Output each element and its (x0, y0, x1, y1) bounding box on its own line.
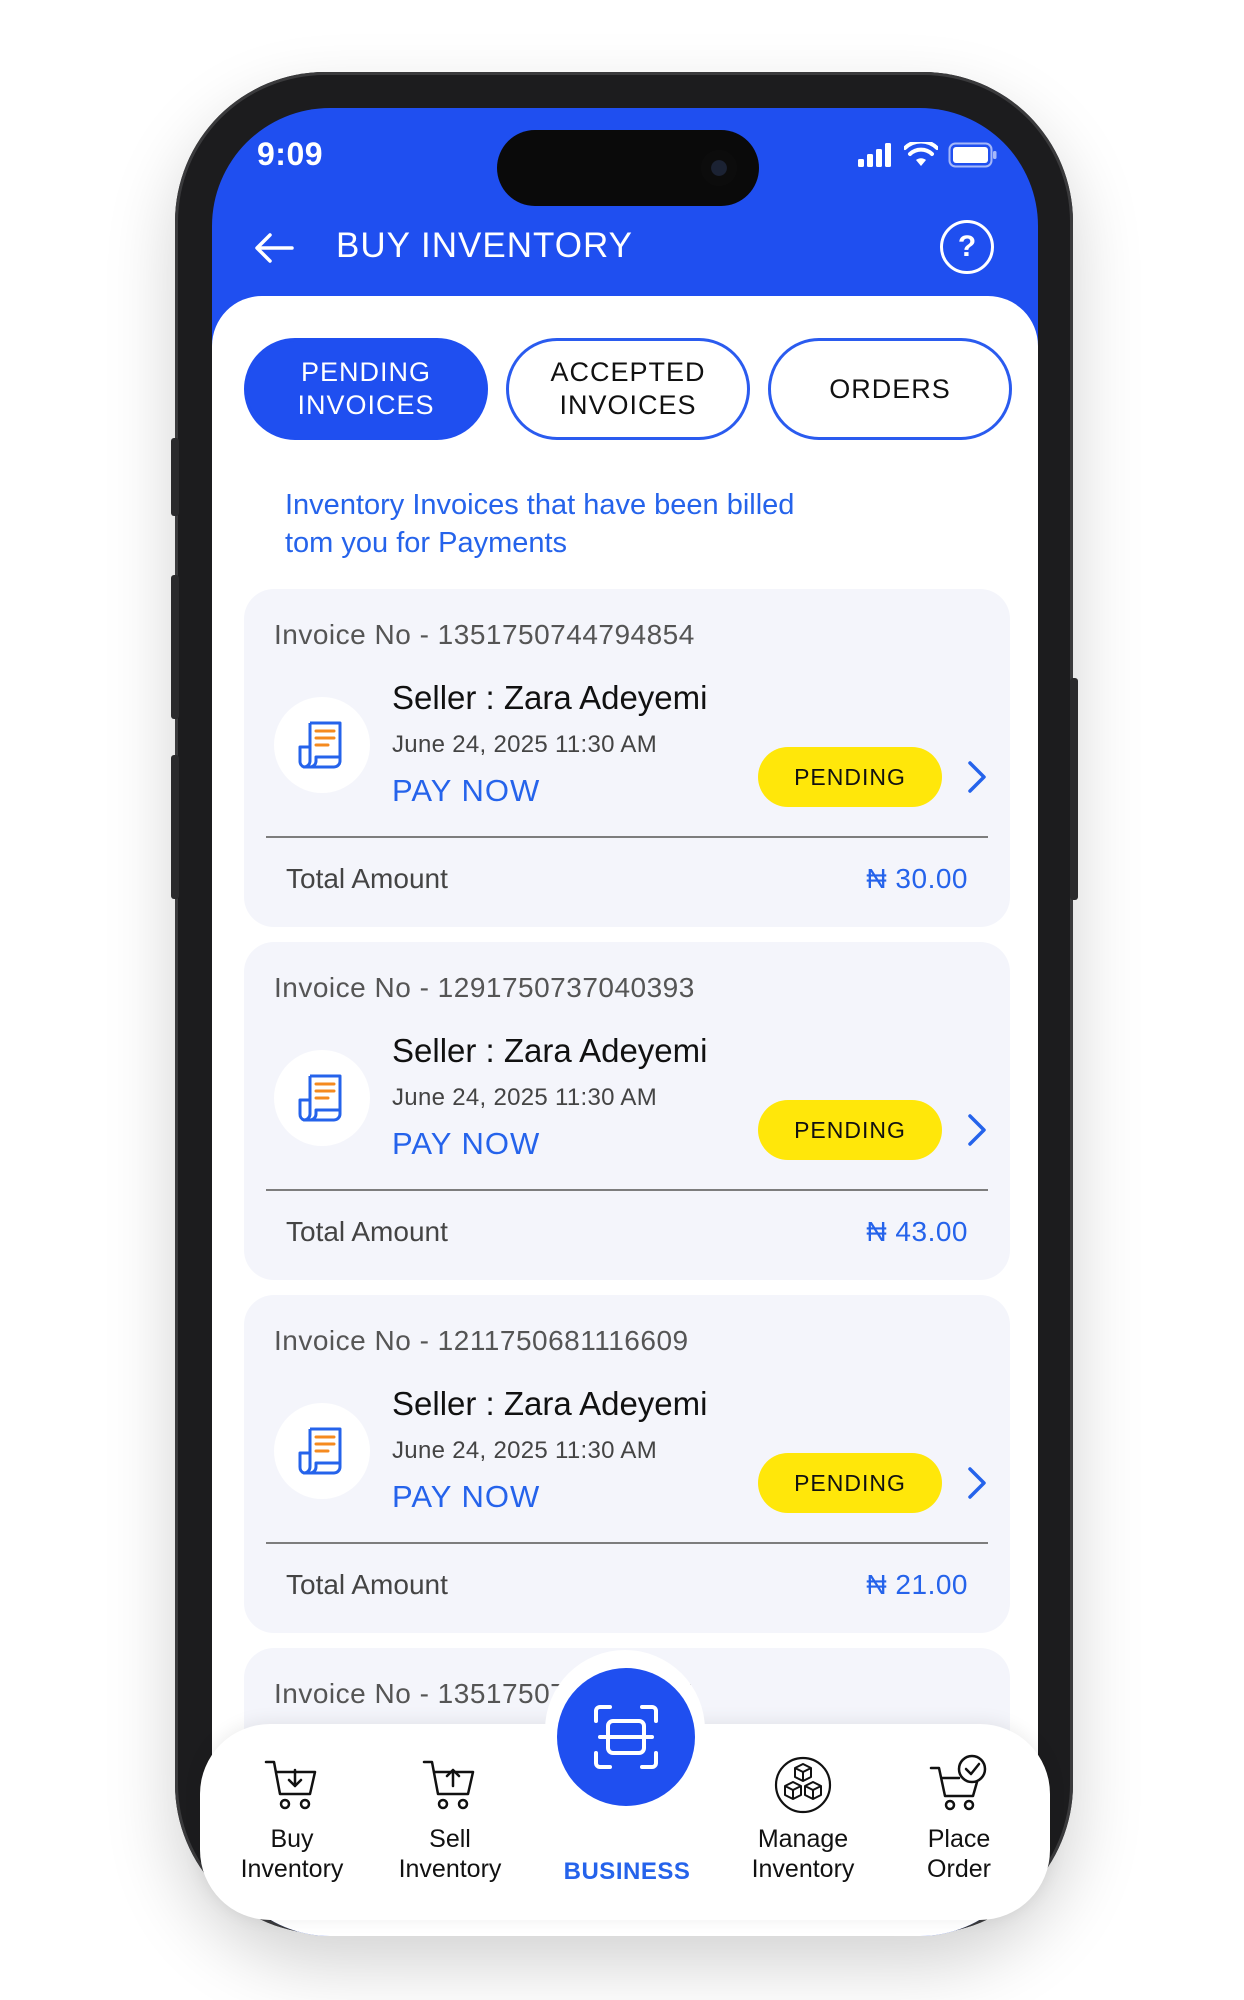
invoice-card[interactable]: Invoice No - 1351750744794854 Seller : Z… (244, 589, 1010, 927)
seller-name: Seller : Zara Adeyemi (392, 1032, 708, 1069)
nav-label-line1: Buy (270, 1825, 314, 1853)
invoice-number: Invoice No - 1211750681116609 (274, 1325, 689, 1356)
wifi-icon (904, 142, 938, 166)
tab-orders[interactable]: ORDERS (768, 338, 1012, 440)
nav-label-line2: Inventory (398, 1855, 502, 1883)
card-divider (266, 1542, 988, 1544)
receipt-icon (298, 1074, 342, 1122)
nav-label-line1: Place (927, 1825, 991, 1853)
card-divider (266, 1189, 988, 1191)
business-label: BUSINESS (563, 1858, 691, 1885)
nav-place-order[interactable]: Place Order (894, 1752, 1024, 1884)
status-badge: PENDING (758, 1453, 942, 1513)
page-title: BUY INVENTORY (336, 226, 633, 265)
total-amount-value: ₦ 21.00 (866, 1569, 968, 1600)
tab-label-line2: INVOICES (559, 390, 697, 420)
camera-icon (701, 150, 737, 186)
nav-label-line2: Inventory (240, 1855, 344, 1883)
tab-pending-invoices[interactable]: PENDING INVOICES (244, 338, 488, 440)
total-amount-label: Total Amount (286, 863, 448, 894)
status-time: 9:09 (257, 136, 324, 172)
seller-name: Seller : Zara Adeyemi (392, 1385, 708, 1422)
pay-now-link[interactable]: PAY NOW (392, 773, 540, 809)
pay-now-link[interactable]: PAY NOW (392, 1126, 540, 1162)
chevron-right-icon[interactable] (962, 1465, 990, 1501)
power-button (1070, 678, 1078, 900)
seller-name: Seller : Zara Adeyemi (392, 679, 708, 716)
invoice-icon-circle (274, 1050, 370, 1146)
tab-accepted-invoices[interactable]: ACCEPTED INVOICES (506, 338, 750, 440)
nav-manage-inventory[interactable]: Manage Inventory (728, 1752, 878, 1884)
volume-down-button (171, 755, 179, 899)
signal-icon (858, 143, 891, 167)
total-amount-label: Total Amount (286, 1216, 448, 1247)
total-amount-label: Total Amount (286, 1569, 448, 1600)
invoice-date: June 24, 2025 11:30 AM (392, 731, 658, 758)
action-button (171, 438, 179, 516)
nav-label-line1: Manage (757, 1825, 849, 1853)
help-button[interactable]: ? (940, 220, 994, 274)
total-amount-value: ₦ 43.00 (866, 1216, 968, 1247)
pay-now-link[interactable]: PAY NOW (392, 1479, 540, 1515)
boxes-icon (774, 1756, 832, 1814)
cart-download-icon (264, 1760, 317, 1810)
total-amount-value: ₦ 30.00 (866, 863, 968, 894)
tab-label-line2: INVOICES (297, 390, 435, 420)
intro-line-2: tom you for Payments (285, 527, 568, 559)
status-badge: PENDING (758, 1100, 942, 1160)
nav-buy-inventory[interactable]: Buy Inventory (222, 1752, 362, 1884)
status-icons (858, 142, 998, 168)
tab-label-line1: ACCEPTED (550, 357, 706, 387)
battery-icon (948, 142, 997, 168)
invoice-card[interactable]: Invoice No - 1211750681116609 Seller : Z… (244, 1295, 1010, 1633)
chevron-right-icon[interactable] (962, 759, 990, 795)
scan-icon (594, 1705, 658, 1769)
invoice-card[interactable]: Invoice No - 1291750737040393 Seller : Z… (244, 942, 1010, 1280)
dynamic-island (497, 130, 759, 206)
tab-label-line1: PENDING (300, 357, 432, 387)
cart-upload-icon (422, 1760, 475, 1810)
cart-check-icon (929, 1754, 987, 1811)
card-divider (266, 836, 988, 838)
invoice-date: June 24, 2025 11:30 AM (392, 1084, 658, 1111)
status-badge: PENDING (758, 747, 942, 807)
nav-label-line2: Inventory (751, 1855, 855, 1883)
chevron-right-icon[interactable] (962, 1112, 990, 1148)
nav-sell-inventory[interactable]: Sell Inventory (380, 1752, 520, 1884)
invoice-icon-circle (274, 1403, 370, 1499)
intro-line-1: Inventory Invoices that have been billed (285, 489, 795, 521)
invoice-number: Invoice No - 1291750737040393 (274, 972, 695, 1003)
receipt-icon (298, 1427, 342, 1475)
tab-bar: PENDING INVOICES ACCEPTED INVOICES ORDERS (244, 338, 1012, 440)
business-scan-button[interactable] (557, 1668, 695, 1806)
nav-label-line2: Order (927, 1855, 991, 1883)
tab-label-line1: ORDERS (829, 373, 951, 404)
nav-label-line1: Sell (429, 1825, 471, 1853)
invoice-number: Invoice No - 1351750744794854 (274, 619, 695, 650)
back-arrow-icon[interactable] (252, 226, 296, 270)
invoice-date: June 24, 2025 11:30 AM (392, 1437, 658, 1464)
receipt-icon (298, 721, 342, 769)
volume-up-button (171, 575, 179, 719)
intro-text: Inventory Invoices that have been billed… (285, 486, 905, 562)
invoice-icon-circle (274, 697, 370, 793)
